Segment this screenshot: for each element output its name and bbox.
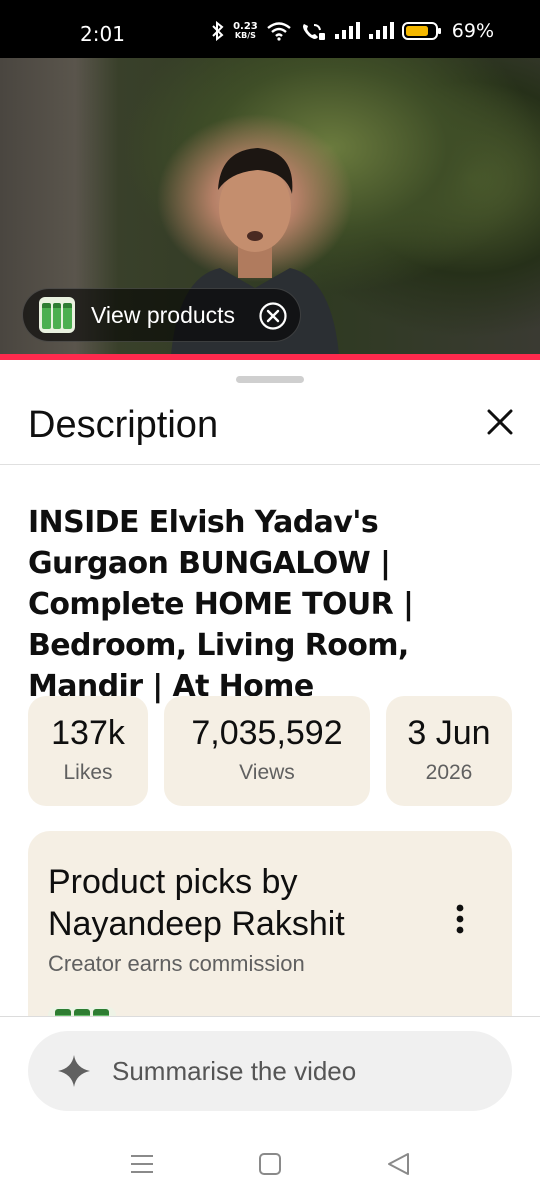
bluetooth-icon bbox=[212, 21, 224, 41]
product-thumbnail bbox=[39, 297, 75, 333]
sparkle-icon bbox=[58, 1055, 90, 1087]
view-products-chip[interactable]: View products bbox=[22, 288, 301, 342]
network-speed: 0.23 KB/S bbox=[233, 21, 258, 41]
view-products-label: View products bbox=[91, 301, 236, 328]
home-square-icon[interactable] bbox=[256, 1150, 284, 1178]
signal-icon-2 bbox=[368, 22, 394, 39]
speed-value: 0.23 bbox=[233, 21, 258, 32]
drag-handle[interactable] bbox=[236, 376, 304, 383]
product-picks-card[interactable]: Product picks by Nayandeep Rakshit Creat… bbox=[28, 831, 512, 1031]
date-stat: 3 Jun 2026 bbox=[386, 696, 512, 806]
volte-call-icon bbox=[302, 24, 325, 40]
likes-stat: 137k Likes bbox=[28, 696, 148, 806]
sheet-title: Description bbox=[28, 404, 219, 446]
views-label: Views bbox=[239, 761, 295, 784]
likes-value: 137k bbox=[51, 714, 125, 752]
product-picks-subtitle: Creator earns commission bbox=[48, 951, 305, 976]
summarise-label: Summarise the video bbox=[112, 1055, 357, 1086]
video-title: INSIDE Elvish Yadav's Gurgaon BUNGALOW |… bbox=[28, 505, 414, 704]
more-vert-icon[interactable] bbox=[448, 903, 472, 935]
system-nav-bar bbox=[0, 1130, 540, 1200]
status-bar: 2:01 0.23 KB/S 69% bbox=[0, 0, 540, 58]
wifi-icon bbox=[267, 22, 291, 41]
status-icons: 0.23 KB/S 69% bbox=[211, 20, 494, 42]
summarise-video-button[interactable]: Summarise the video bbox=[28, 1031, 512, 1111]
signal-icon bbox=[334, 22, 360, 39]
battery-icon bbox=[401, 22, 441, 40]
menu-icon[interactable] bbox=[128, 1150, 156, 1178]
divider bbox=[0, 464, 540, 465]
battery-percent: 69% bbox=[451, 20, 494, 42]
views-value: 7,035,592 bbox=[191, 714, 343, 752]
description-sheet: Description INSIDE Elvish Yadav's Gurgao… bbox=[0, 362, 540, 1200]
likes-label: Likes bbox=[63, 761, 113, 784]
back-triangle-icon[interactable] bbox=[384, 1150, 412, 1178]
video-progress-bar[interactable] bbox=[0, 354, 540, 360]
close-icon[interactable] bbox=[484, 406, 516, 438]
date-year: 2026 bbox=[425, 761, 473, 784]
status-time: 2:01 bbox=[80, 22, 125, 46]
views-stat: 7,035,592 Views bbox=[164, 696, 370, 806]
speed-unit: KB/S bbox=[234, 31, 256, 40]
product-picks-title: Product picks by Nayandeep Rakshit bbox=[48, 863, 345, 943]
close-circle-icon[interactable] bbox=[258, 301, 288, 331]
date-value: 3 Jun bbox=[407, 714, 491, 752]
